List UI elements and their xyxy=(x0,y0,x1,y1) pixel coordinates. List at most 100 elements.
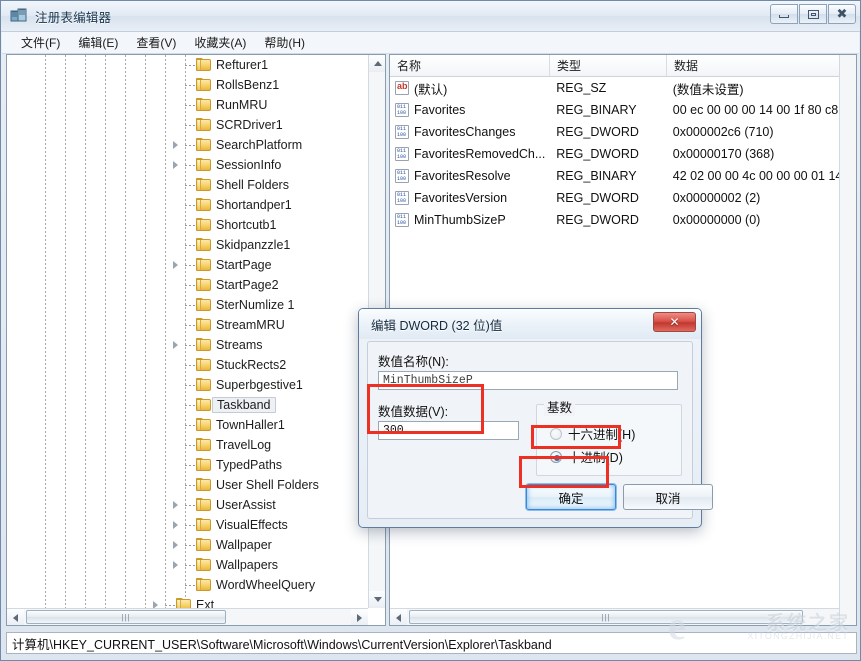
tree-item-label: Refturer1 xyxy=(216,58,268,72)
tree-viewport[interactable]: Refturer1 RollsBenz1RunMRUSCRDriver1Searc… xyxy=(7,55,368,608)
values-row[interactable]: MinThumbSizePREG_DWORD0x00000000 (0) xyxy=(390,209,839,231)
values-column-header-data[interactable]: 数据 xyxy=(667,55,841,76)
folder-icon xyxy=(196,278,212,292)
tree-item-runmru[interactable]: RunMRU xyxy=(7,95,368,115)
tree-item-shell-folders[interactable]: Shell Folders xyxy=(7,175,368,195)
values-row[interactable]: FavoritesResolveREG_BINARY42 02 00 00 4c… xyxy=(390,165,839,187)
tree-item-townhaller1[interactable]: TownHaller1 xyxy=(7,415,368,435)
close-button[interactable]: ✖ xyxy=(828,4,856,24)
maximize-button[interactable] xyxy=(799,4,827,24)
radio-decimal[interactable]: 十进制(D) xyxy=(550,447,623,466)
tree-rows: Refturer1 RollsBenz1RunMRUSCRDriver1Searc… xyxy=(7,55,368,608)
tree-scroll-left-button[interactable] xyxy=(7,609,24,626)
expand-chevron-icon[interactable] xyxy=(170,140,181,151)
ok-button[interactable]: 确定 xyxy=(526,484,616,510)
tree-item-streams[interactable]: Streams xyxy=(7,335,368,355)
menu-view[interactable]: 查看(V) xyxy=(127,32,185,53)
values-hscroll-thumb[interactable]: ||| xyxy=(409,610,803,624)
expand-chevron-icon[interactable] xyxy=(170,540,181,551)
folder-icon xyxy=(196,218,212,232)
folder-icon xyxy=(196,78,212,92)
tree-item-label: TypedPaths xyxy=(216,458,282,472)
values-vertical-scrollbar[interactable] xyxy=(839,55,856,625)
values-row[interactable]: FavoritesREG_BINARY00 ec 00 00 00 14 00 … xyxy=(390,99,839,121)
value-name-label: 数值名称(N): xyxy=(378,351,449,370)
folder-icon xyxy=(196,138,212,152)
expand-chevron-icon[interactable] xyxy=(170,160,181,171)
radio-icon xyxy=(550,428,562,440)
value-data-input[interactable]: 300 xyxy=(378,421,519,440)
values-cell-type: REG_DWORD xyxy=(549,191,665,205)
radio-hexadecimal[interactable]: 十六进制(H) xyxy=(550,424,635,443)
tree-connector xyxy=(185,585,196,586)
menu-edit[interactable]: 编辑(E) xyxy=(69,32,127,53)
expand-chevron-icon[interactable] xyxy=(170,560,181,571)
tree-item-userassist[interactable]: UserAssist xyxy=(7,495,368,515)
tree-item-travellog[interactable]: TravelLog xyxy=(7,435,368,455)
tree-item-refturer1[interactable]: Refturer1 xyxy=(7,55,368,75)
tree-item-shortandper1[interactable]: Shortandper1 xyxy=(7,195,368,215)
expand-chevron-icon[interactable] xyxy=(170,500,181,511)
tree-item-visualeffects[interactable]: VisualEffects xyxy=(7,515,368,535)
tree-item-wallpaper[interactable]: Wallpaper xyxy=(7,535,368,555)
expand-chevron-icon[interactable] xyxy=(150,600,161,609)
tree-item-rollsbenz1[interactable]: RollsBenz1 xyxy=(7,75,368,95)
values-cell-data: 0x000002c6 (710) xyxy=(666,125,839,139)
tree-item-label: Shortcutb1 xyxy=(216,218,276,232)
tree-item-superbgestive1[interactable]: Superbgestive1 xyxy=(7,375,368,395)
tree-item-label: StartPage xyxy=(216,258,272,272)
tree-item-label: TownHaller1 xyxy=(216,418,285,432)
menu-file[interactable]: 文件(F) xyxy=(12,32,69,53)
minimize-button[interactable] xyxy=(770,4,798,24)
tree-item-typedpaths[interactable]: TypedPaths xyxy=(7,455,368,475)
tree-item-streammru[interactable]: StreamMRU xyxy=(7,315,368,335)
dialog-close-button[interactable]: ✕ xyxy=(653,312,696,332)
expand-chevron-icon[interactable] xyxy=(170,340,181,351)
tree-item-scrdriver1[interactable]: SCRDriver1 xyxy=(7,115,368,135)
tree-item-sternumlize-1[interactable]: SterNumlize 1 xyxy=(7,295,368,315)
tree-item-searchplatform[interactable]: SearchPlatform xyxy=(7,135,368,155)
tree-scroll-right-button[interactable] xyxy=(351,609,368,626)
values-name-label: Favorites xyxy=(414,103,465,117)
tree-scroll-down-button[interactable] xyxy=(369,591,386,608)
values-cell-name: MinThumbSizeP xyxy=(390,213,549,227)
tree-item-wallpapers[interactable]: Wallpapers xyxy=(7,555,368,575)
arrow-left-icon xyxy=(396,614,401,622)
tree-connector xyxy=(185,105,196,106)
tree-scroll-up-button[interactable] xyxy=(369,55,386,72)
tree-item-startpage[interactable]: StartPage xyxy=(7,255,368,275)
tree-item-startpage2[interactable]: StartPage2 xyxy=(7,275,368,295)
tree-item-taskband[interactable]: Taskband xyxy=(7,395,368,415)
values-row[interactable]: FavoritesVersionREG_DWORD0x00000002 (2) xyxy=(390,187,839,209)
tree-connector xyxy=(185,65,196,66)
tree-connector xyxy=(185,285,196,286)
folder-icon xyxy=(196,198,212,212)
tree-item-wordwheelquery[interactable]: WordWheelQuery xyxy=(7,575,368,595)
base-legend: 基数 xyxy=(544,397,575,416)
values-row[interactable]: FavoritesChangesREG_DWORD0x000002c6 (710… xyxy=(390,121,839,143)
tree-item-skidpanzzle1[interactable]: Skidpanzzle1 xyxy=(7,235,368,255)
tree-connector xyxy=(185,345,196,346)
tree-item-label: User Shell Folders xyxy=(216,478,319,492)
values-column-header-name[interactable]: 名称 xyxy=(390,55,550,76)
tree-item-user-shell-folders[interactable]: User Shell Folders xyxy=(7,475,368,495)
menu-help[interactable]: 帮助(H) xyxy=(255,32,314,53)
cancel-button[interactable]: 取消 xyxy=(623,484,713,510)
expand-chevron-icon[interactable] xyxy=(170,520,181,531)
values-row[interactable]: FavoritesRemovedCh...REG_DWORD0x00000170… xyxy=(390,143,839,165)
values-horizontal-scrollbar[interactable]: ||| xyxy=(390,608,839,625)
values-column-header-type[interactable]: 类型 xyxy=(550,55,667,76)
tree-hscroll-thumb[interactable]: ||| xyxy=(26,610,226,624)
tree-item-stuckrects2[interactable]: StuckRects2 xyxy=(7,355,368,375)
tree-item-ext[interactable]: Ext xyxy=(7,595,368,608)
tree-horizontal-scrollbar[interactable]: ||| xyxy=(7,608,368,625)
tree-item-sessioninfo[interactable]: SessionInfo xyxy=(7,155,368,175)
values-scroll-left-button[interactable] xyxy=(390,609,407,626)
tree-item-label: Wallpapers xyxy=(216,558,278,572)
expand-chevron-icon[interactable] xyxy=(170,260,181,271)
values-row[interactable]: (默认)REG_SZ(数值未设置) xyxy=(390,77,839,99)
registry-icon xyxy=(9,7,29,25)
menu-favorites[interactable]: 收藏夹(A) xyxy=(185,32,255,53)
registry-editor-window: 注册表编辑器 ✖ 文件(F) 编辑(E) 查看(V) 收藏夹(A) 帮助(H) … xyxy=(0,0,861,661)
tree-item-shortcutb1[interactable]: Shortcutb1 xyxy=(7,215,368,235)
